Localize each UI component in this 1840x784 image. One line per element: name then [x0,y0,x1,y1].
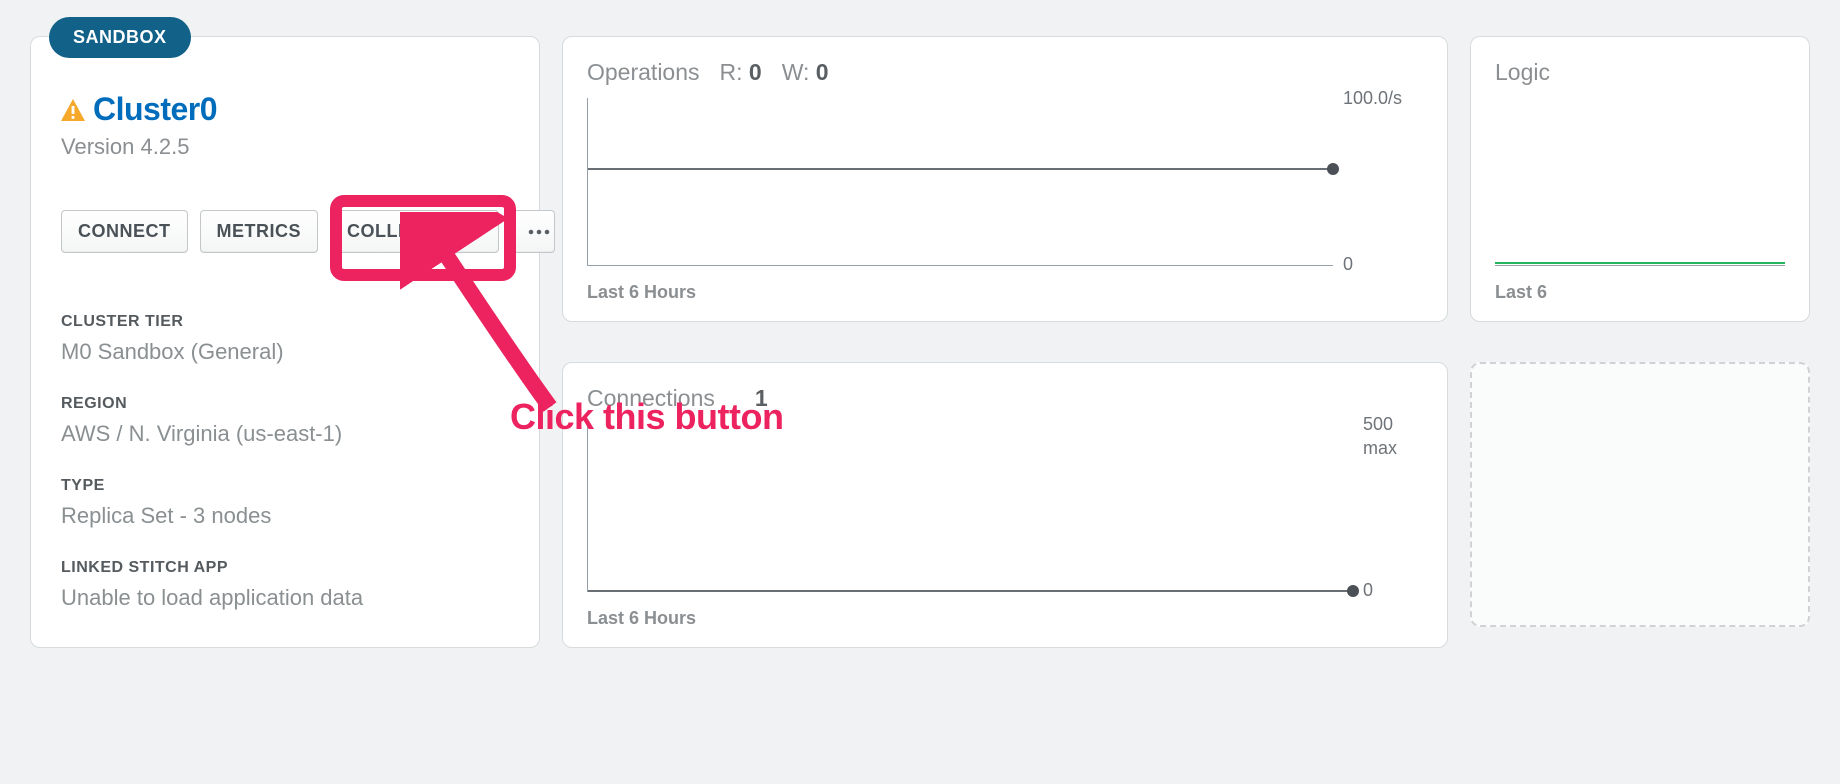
empty-dashed-card [1470,362,1810,627]
sandbox-badge: SANDBOX [49,17,191,58]
operations-read-label: R: [720,59,743,85]
more-actions-button[interactable] [511,210,555,253]
stitch-app-value: Unable to load application data [61,585,515,611]
cluster-version: Version 4.2.5 [61,134,515,160]
connections-footer: Last 6 Hours [587,608,1423,629]
operations-ymin: 0 [1343,254,1423,275]
type-value: Replica Set - 3 nodes [61,503,515,529]
connections-ymax: 500 [1363,414,1423,435]
connections-marker-dot [1347,585,1359,597]
annotation-text: Click this button [510,396,784,438]
operations-write-label: W: [782,59,810,85]
warning-icon [61,99,85,121]
type-label: TYPE [61,477,515,495]
metrics-button[interactable]: METRICS [200,210,319,253]
connections-ymin: 0 [1363,580,1379,601]
connect-button[interactable]: CONNECT [61,210,188,253]
operations-title: Operations [587,59,700,86]
operations-footer: Last 6 Hours [587,282,1423,303]
cluster-panel: SANDBOX Cluster0 Version 4.2.5 CONNECT M… [30,36,540,648]
operations-ymax: 100.0/s [1343,88,1423,109]
operations-marker-dot [1327,163,1339,175]
cluster-tier-label: CLUSTER TIER [61,313,515,331]
operations-read-value: 0 [749,59,762,85]
collections-button[interactable]: COLLECTIONS [330,210,499,253]
cluster-name-link[interactable]: Cluster0 [93,91,217,128]
logical-size-footer: Last 6 [1495,282,1785,303]
logical-size-chart-card[interactable]: Logic Last 6 [1470,36,1810,322]
cluster-tier-value: M0 Sandbox (General) [61,339,515,365]
operations-chart-card[interactable]: Operations R: 0 W: 0 100.0/s 0 [562,36,1448,322]
stitch-app-label: LINKED STITCH APP [61,559,515,577]
logical-size-line [1495,262,1785,264]
logical-size-title: Logic [1495,59,1550,86]
connections-ysub: max [1363,438,1423,459]
operations-write-value: 0 [816,59,829,85]
cluster-action-row: CONNECT METRICS COLLECTIONS [61,210,515,253]
region-label: REGION [61,395,515,413]
region-value: AWS / N. Virginia (us-east-1) [61,421,515,447]
